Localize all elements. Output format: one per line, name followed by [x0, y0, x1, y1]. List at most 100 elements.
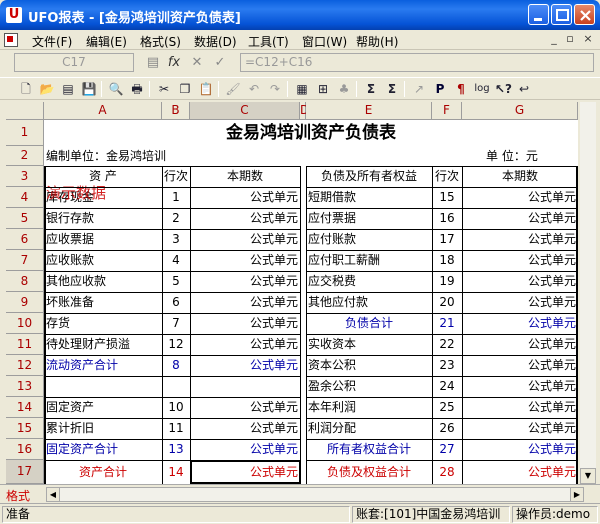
- asset-name-cell[interactable]: 应收票据: [44, 229, 162, 250]
- liability-name-cell[interactable]: 其他应付款: [306, 292, 432, 313]
- row-header[interactable]: 11: [6, 334, 44, 355]
- liability-line-no-cell[interactable]: 25: [432, 397, 462, 418]
- liability-value-cell[interactable]: 公式单元: [462, 334, 578, 355]
- liability-line-no-cell[interactable]: 21: [432, 313, 462, 334]
- save-icon[interactable]: 💾: [81, 81, 97, 97]
- asset-value-cell[interactable]: 公式单元: [190, 292, 300, 313]
- selected-cell-c17[interactable]: [190, 460, 301, 484]
- asset-value-cell[interactable]: 公式单元: [190, 229, 300, 250]
- sum-dropdown-icon[interactable]: Σ: [384, 81, 400, 97]
- asset-value-cell[interactable]: 公式单元: [190, 208, 300, 229]
- asset-value-cell[interactable]: 公式单元: [190, 187, 300, 208]
- liability-value-cell[interactable]: 公式单元: [462, 397, 578, 418]
- column-header-c[interactable]: C: [190, 102, 300, 120]
- liability-line-no-cell[interactable]: 18: [432, 250, 462, 271]
- asset-line-no-cell[interactable]: 3: [162, 229, 190, 250]
- liability-value-cell[interactable]: 公式单元: [462, 460, 578, 484]
- asset-name-cell[interactable]: 固定资产: [44, 397, 162, 418]
- liability-name-cell[interactable]: 资本公积: [306, 355, 432, 376]
- liability-line-no-cell[interactable]: 26: [432, 418, 462, 439]
- asset-line-no-cell[interactable]: [162, 376, 190, 397]
- scroll-left-icon[interactable]: ◀: [46, 487, 60, 502]
- liability-line-no-cell[interactable]: 23: [432, 355, 462, 376]
- column-header-e[interactable]: E: [306, 102, 432, 120]
- asset-value-cell[interactable]: 公式单元: [190, 397, 300, 418]
- asset-line-no-cell[interactable]: 5: [162, 271, 190, 292]
- title-bar[interactable]: U UFO报表 - [金易鸿培训资产负债表]: [0, 0, 600, 30]
- asset-name-cell[interactable]: 银行存款: [44, 208, 162, 229]
- sum-icon[interactable]: Σ: [363, 81, 379, 97]
- back-icon[interactable]: ↩: [516, 81, 532, 97]
- asset-name-cell[interactable]: 资产合计: [44, 460, 162, 484]
- new-file-icon[interactable]: 🗋: [18, 81, 34, 97]
- asset-name-cell[interactable]: 累计折旧: [44, 418, 162, 439]
- row-header[interactable]: 14: [6, 397, 44, 418]
- formula-input[interactable]: =C12+C16: [240, 53, 594, 72]
- asset-line-no-cell[interactable]: 6: [162, 292, 190, 313]
- maximize-button[interactable]: [551, 4, 572, 25]
- cell-reference-box[interactable]: C17: [14, 53, 134, 72]
- column-header-b[interactable]: B: [162, 102, 190, 120]
- function-list-icon[interactable]: ▤: [145, 55, 161, 71]
- liability-line-no-cell[interactable]: 19: [432, 271, 462, 292]
- asset-line-no-cell[interactable]: 10: [162, 397, 190, 418]
- liability-line-no-cell[interactable]: 27: [432, 439, 462, 460]
- asset-line-no-cell[interactable]: 2: [162, 208, 190, 229]
- menu-window[interactable]: 窗口(W): [302, 33, 347, 50]
- liability-line-no-cell[interactable]: 22: [432, 334, 462, 355]
- row-header[interactable]: 1: [6, 120, 44, 146]
- document-icon[interactable]: [4, 33, 18, 47]
- row-header[interactable]: 13: [6, 376, 44, 397]
- asset-name-cell[interactable]: 其他应收款: [44, 271, 162, 292]
- row-header[interactable]: 12: [6, 355, 44, 376]
- asset-value-cell[interactable]: 公式单元: [190, 355, 300, 376]
- row-header[interactable]: 2: [6, 146, 44, 166]
- copy-icon[interactable]: ❐: [177, 81, 193, 97]
- asset-name-cell[interactable]: 坏账准备: [44, 292, 162, 313]
- liability-line-no-cell[interactable]: 15: [432, 187, 462, 208]
- liability-value-cell[interactable]: 公式单元: [462, 355, 578, 376]
- open-folder-icon[interactable]: 📂: [39, 81, 55, 97]
- row-header[interactable]: 6: [6, 229, 44, 250]
- row-header[interactable]: 5: [6, 208, 44, 229]
- asset-value-cell[interactable]: 公式单元: [190, 334, 300, 355]
- asset-value-cell[interactable]: [190, 376, 300, 397]
- asset-line-no-cell[interactable]: 11: [162, 418, 190, 439]
- bold-icon[interactable]: ¶: [453, 81, 469, 97]
- paste-icon[interactable]: 📋: [198, 81, 214, 97]
- log-icon[interactable]: log: [474, 81, 490, 97]
- child-restore-button[interactable]: ▫: [562, 32, 578, 47]
- liability-value-cell[interactable]: 公式单元: [462, 229, 578, 250]
- menu-format[interactable]: 格式(S): [140, 33, 181, 50]
- liability-line-no-cell[interactable]: 24: [432, 376, 462, 397]
- liability-line-no-cell[interactable]: 16: [432, 208, 462, 229]
- menu-edit[interactable]: 编辑(E): [86, 33, 127, 50]
- liability-value-cell[interactable]: 公式单元: [462, 271, 578, 292]
- asset-value-cell[interactable]: 公式单元: [190, 271, 300, 292]
- asset-value-cell[interactable]: 公式单元: [190, 439, 300, 460]
- liability-line-no-cell[interactable]: 17: [432, 229, 462, 250]
- ufo-app-icon[interactable]: U: [6, 7, 22, 23]
- redo-icon[interactable]: ↷: [267, 81, 283, 97]
- column-header-a[interactable]: A: [44, 102, 162, 120]
- asset-line-no-cell[interactable]: 1: [162, 187, 190, 208]
- liability-name-cell[interactable]: 负债及权益合计: [306, 460, 432, 484]
- print-preview-icon[interactable]: 🔍: [108, 81, 124, 97]
- format-painter-icon[interactable]: 🖌: [225, 81, 241, 97]
- liability-name-cell[interactable]: 所有者权益合计: [306, 439, 432, 460]
- liability-value-cell[interactable]: 公式单元: [462, 376, 578, 397]
- asset-line-no-cell[interactable]: 14: [162, 460, 190, 484]
- undo-icon[interactable]: ↶: [246, 81, 262, 97]
- asset-line-no-cell[interactable]: 7: [162, 313, 190, 334]
- confirm-check-icon[interactable]: ✓: [212, 55, 228, 71]
- scroll-down-icon[interactable]: ▼: [580, 468, 596, 484]
- asset-line-no-cell[interactable]: 8: [162, 355, 190, 376]
- liability-value-cell[interactable]: 公式单元: [462, 208, 578, 229]
- column-header-g[interactable]: G: [462, 102, 578, 120]
- liability-value-cell[interactable]: 公式单元: [462, 292, 578, 313]
- liability-line-no-cell[interactable]: 20: [432, 292, 462, 313]
- liability-name-cell[interactable]: 本年利润: [306, 397, 432, 418]
- row-header[interactable]: 15: [6, 418, 44, 439]
- formula-icon[interactable]: ↗: [411, 81, 427, 97]
- liability-name-cell[interactable]: 应付票据: [306, 208, 432, 229]
